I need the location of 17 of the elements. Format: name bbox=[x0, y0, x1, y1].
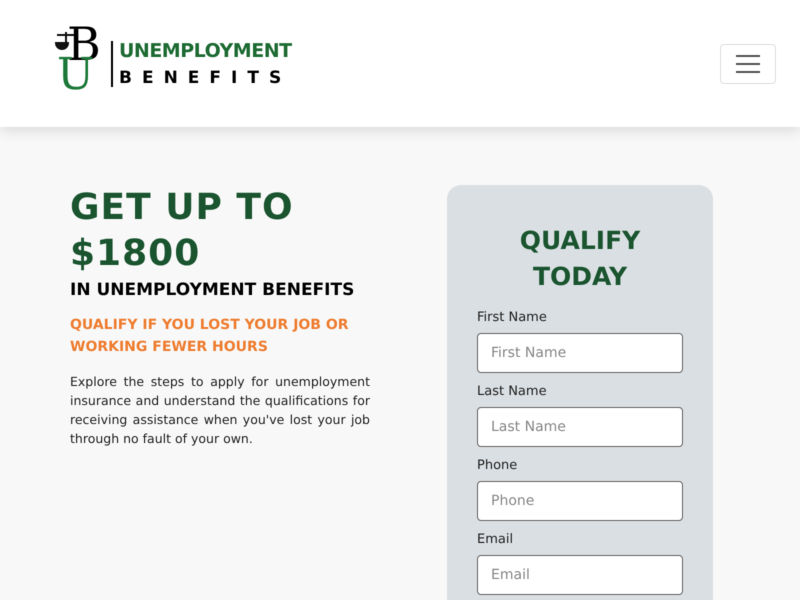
input-field[interactable]: Phone bbox=[477, 481, 683, 521]
form-title: QUALIFY TODAY bbox=[518, 225, 642, 293]
description: Explore the steps to apply for unemployment insurance and understand the qualifications for receiving assistance when you've lost your job through no fault of your own. bbox=[70, 373, 370, 448]
field-label: First Name bbox=[477, 309, 548, 327]
field-label: Email bbox=[477, 531, 514, 549]
tagline: QUALIFY IF YOU LOST YOUR JOB OR WORKING FEWER HOURS bbox=[70, 316, 350, 357]
input-field[interactable]: First Name bbox=[477, 333, 683, 373]
menu-button[interactable] bbox=[720, 44, 776, 84]
input-field[interactable]: Email bbox=[477, 555, 683, 595]
logo-text: BENEFITS bbox=[119, 66, 292, 90]
headline: GET UP TO $1800 bbox=[70, 186, 295, 276]
subheadline: IN UNEMPLOYMENT BENEFITS bbox=[70, 279, 356, 302]
menu-icon bbox=[735, 54, 761, 74]
logo-text: UNEMPLOYMENT bbox=[119, 38, 292, 64]
field-label: Phone bbox=[477, 457, 518, 475]
input-field[interactable]: Last Name bbox=[477, 407, 683, 447]
field-label: Last Name bbox=[477, 383, 548, 401]
